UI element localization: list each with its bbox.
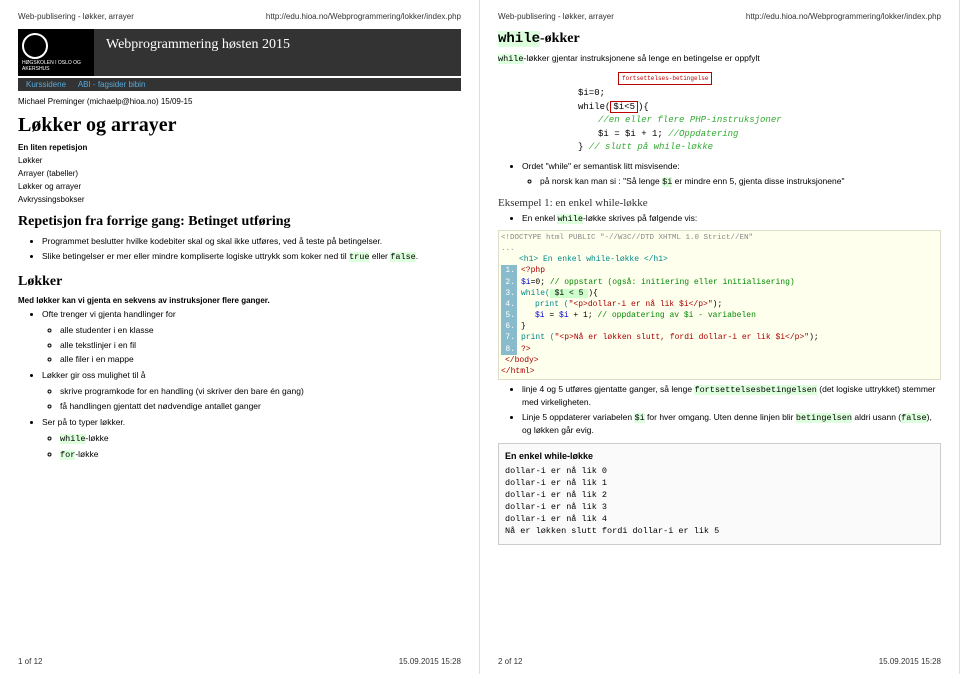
logo-text: HØGSKOLEN I OSLO OG AKERSHUS [22, 61, 90, 72]
list-item: Programmet beslutter hvilke kodebiter sk… [42, 236, 461, 248]
while-notes: Ordet "while" er semantisk litt misvisen… [498, 161, 941, 190]
list-item: skrive programkode for en handling (vi s… [60, 386, 461, 398]
list-item: Ordet "while" er semantisk litt misvisen… [522, 161, 941, 190]
list-item: alle tekstlinjer i en fil [60, 340, 461, 352]
code-line: 1.<?php [501, 265, 938, 276]
dots: ... [501, 244, 938, 255]
list-item: Ser på to typer løkker. while-løkke for-… [42, 417, 461, 462]
list-item: Slike betingelser er mer eller mindre ko… [42, 251, 461, 264]
section-while: while-økker [498, 31, 941, 47]
code-notes: linje 4 og 5 utføres gjentatte ganger, s… [498, 384, 941, 437]
section-repetisjon: Repetisjon fra forrige gang: Betinget ut… [18, 214, 461, 230]
code-line: </html> [501, 366, 938, 377]
code-line: 5.$i = $i + 1; // oppdatering av $i - va… [501, 310, 938, 321]
list-item: alle studenter i en klasse [60, 325, 461, 337]
code-line: 3.while( $i < 5 ){ [501, 288, 938, 299]
code-line: 7.print ("<p>Nå er løkken slutt, fordi d… [501, 332, 938, 343]
output-line: dollar-i er nå lik 1 [505, 478, 934, 490]
page-date: 15.09.2015 15:28 [879, 657, 941, 666]
nav-abi[interactable]: ABI - fagsider bibin [78, 80, 146, 89]
list-item: Ofte trenger vi gjenta handlinger for al… [42, 309, 461, 367]
condition-label: fortsettelses-betingelse [618, 72, 712, 85]
hdr-url: http://edu.hioa.no/Webprogrammering/lokk… [266, 12, 461, 21]
logo-circle-icon [22, 33, 48, 59]
lokker-list: Ofte trenger vi gjenta handlinger for al… [18, 309, 461, 462]
section-lokker: Løkker [18, 274, 461, 290]
output-line: dollar-i er nå lik 2 [505, 490, 934, 502]
nav-courses[interactable]: Kurssidene [26, 80, 66, 89]
page-date: 15.09.2015 15:28 [399, 657, 461, 666]
page-2: Web-publisering - løkker, arrayer http:/… [480, 0, 960, 674]
toc-links: Løkker Arrayer (tabeller) Løkker og arra… [18, 156, 461, 204]
code-line: <h1> En enkel while-løkke </h1> [519, 254, 938, 265]
doctype-line: <!DOCTYPE html PUBLIC "-//W3C//DTD XHTML… [501, 233, 938, 244]
toc-avkryssing[interactable]: Avkryssingsbokser [18, 195, 461, 204]
code-line: 6.} [501, 321, 938, 332]
page1-footer: 1 of 12 15.09.2015 15:28 [18, 657, 461, 666]
byline: Michael Preminger (michaelp@hioa.no) 15/… [18, 97, 461, 106]
page-title: Løkker og arrayer [18, 114, 461, 137]
lokker-sub: Med løkker kan vi gjenta en sekvens av i… [18, 296, 461, 305]
output-line: Nå er løkken slutt fordi dollar-i er lik… [505, 526, 934, 538]
example-title: Eksempel 1: en enkel while-løkke [498, 197, 941, 209]
banner-nav: Kurssidene ABI - fagsider bibin [18, 78, 461, 91]
output-line: dollar-i er nå lik 0 [505, 466, 934, 478]
banner-title: Webprogrammering høsten 2015 [94, 29, 461, 76]
toc-lokker[interactable]: Løkker [18, 156, 461, 165]
output-line: dollar-i er nå lik 4 [505, 514, 934, 526]
toc-arrayer[interactable]: Arrayer (tabeller) [18, 169, 461, 178]
page-num: 2 of 12 [498, 657, 522, 666]
output-box: En enkel while-løkke dollar-i er nå lik … [498, 443, 941, 545]
code-line: $i = $i + 1; //Oppdatering [598, 128, 941, 142]
two-page-spread: Web-publisering - løkker, arrayer http:/… [0, 0, 960, 674]
page-1: Web-publisering - løkker, arrayer http:/… [0, 0, 480, 674]
output-title: En enkel while-løkke [505, 450, 934, 463]
code-line: } // slutt på while-løkke [578, 141, 941, 155]
list-item: Løkker gir oss mulighet til å skrive pro… [42, 370, 461, 413]
list-item: linje 4 og 5 utføres gjentatte ganger, s… [522, 384, 941, 409]
list-item: alle filer i en mappe [60, 354, 461, 366]
list-item: Linje 5 oppdaterer variabelen $i for hve… [522, 412, 941, 437]
code-listing: <!DOCTYPE html PUBLIC "-//W3C//DTD XHTML… [498, 230, 941, 380]
list-item: while-løkke [60, 433, 461, 446]
while-intro: while-løkker gjentar instruksjonene så l… [498, 53, 941, 64]
code-line: while($i<5){ [578, 101, 941, 115]
code-line: 2.$i=0; // oppstart (også: initiering el… [501, 277, 938, 288]
example-intro-list: En enkel while-løkke skrives på følgende… [498, 213, 941, 226]
hdr-title: Web-publisering - løkker, arrayer [18, 12, 134, 21]
page2-header: Web-publisering - løkker, arrayer http:/… [498, 12, 941, 21]
code-line: 8.?> [501, 344, 938, 355]
list-item: få handlingen gjentatt det nødvendige an… [60, 401, 461, 413]
rep-list: Programmet beslutter hvilke kodebiter sk… [18, 236, 461, 264]
page-num: 1 of 12 [18, 657, 42, 666]
page1-header: Web-publisering - løkker, arrayer http:/… [18, 12, 461, 21]
list-item: for-løkke [60, 449, 461, 462]
output-line: dollar-i er nå lik 3 [505, 502, 934, 514]
course-banner: HØGSKOLEN I OSLO OG AKERSHUS Webprogramm… [18, 29, 461, 76]
while-pseudocode: fortsettelses-betingelse $i=0; while($i<… [578, 72, 941, 155]
hdr-title: Web-publisering - løkker, arrayer [498, 12, 614, 21]
code-line: </body> [505, 355, 938, 366]
page2-footer: 2 of 12 15.09.2015 15:28 [498, 657, 941, 666]
list-item: på norsk kan man si : "Så lenge $i er mi… [540, 176, 941, 189]
code-line: $i=0; [578, 87, 941, 101]
code-line: 4.print ("<p>dollar-i er nå lik $i</p>")… [501, 299, 938, 310]
toc-lokker-arrayer[interactable]: Løkker og arrayer [18, 182, 461, 191]
hioa-logo: HØGSKOLEN I OSLO OG AKERSHUS [18, 29, 94, 76]
intro-sub: En liten repetisjon [18, 143, 461, 152]
list-item: En enkel while-løkke skrives på følgende… [522, 213, 941, 226]
code-comment: //en eller flere PHP-instruksjoner [598, 114, 941, 128]
hdr-url: http://edu.hioa.no/Webprogrammering/lokk… [746, 12, 941, 21]
